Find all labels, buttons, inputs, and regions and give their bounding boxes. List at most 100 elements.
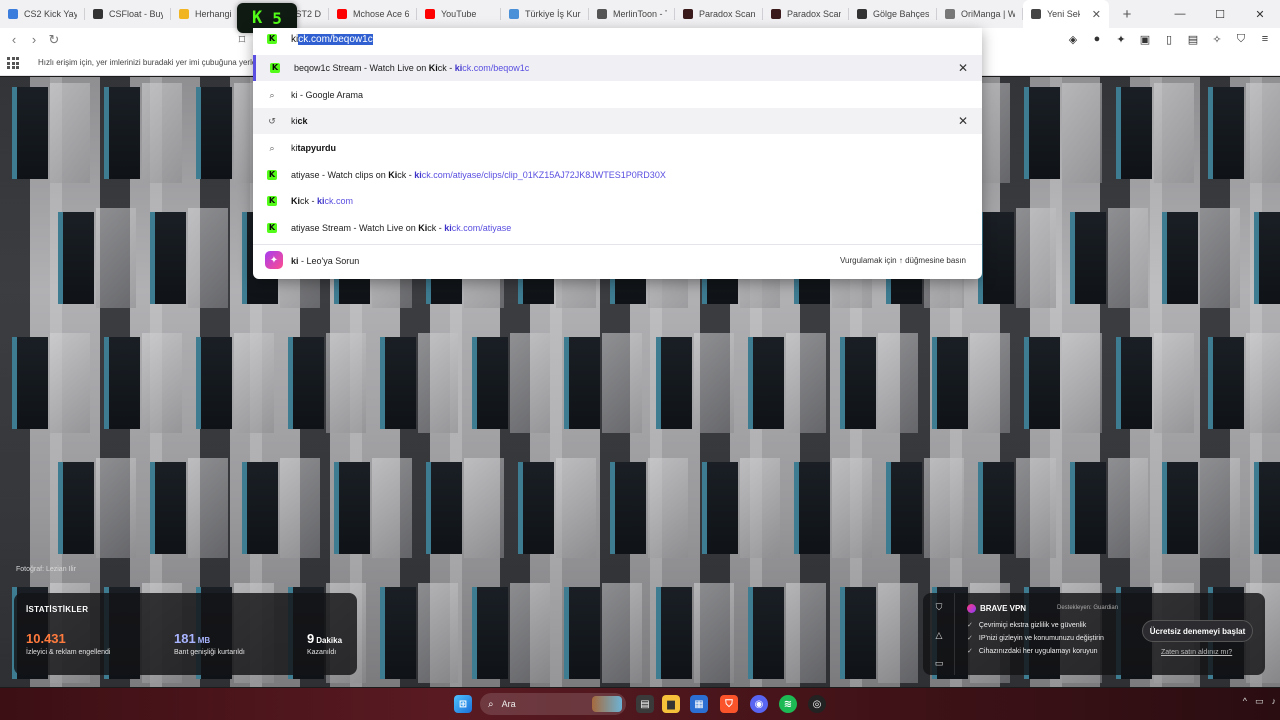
tray-chevron-icon[interactable]: ^ [1243, 696, 1247, 707]
vpn-powered-by: Destekleyen: Guardian [1057, 605, 1119, 611]
brave-browser-icon[interactable]: ⛉ [720, 695, 738, 713]
kick-logo-icon: K [252, 8, 263, 28]
monitor-icon[interactable]: ▭ [933, 658, 945, 670]
facade-panel [1062, 83, 1102, 183]
back-icon[interactable]: ‹ [6, 32, 22, 48]
tab[interactable]: Gölge Bahçesi [849, 0, 937, 28]
ori-icon [945, 9, 955, 19]
brave-shield-icon[interactable]: ◈ [1066, 32, 1080, 46]
suggestion-item[interactable]: Katiyase Stream - Watch Live on Kick - k… [253, 215, 982, 241]
building-window [1024, 87, 1060, 179]
building-window [380, 587, 416, 679]
facade-panel [832, 458, 872, 558]
tab-close-icon[interactable]: ✕ [1092, 8, 1101, 21]
minimize-icon[interactable]: — [1160, 0, 1200, 28]
building-window [1254, 462, 1280, 554]
extension-dark-icon[interactable]: ● [1090, 32, 1104, 46]
store-icon[interactable]: ▦ [690, 695, 708, 713]
vpn-feature: Çevrimiçi ekstra gizlilik ve güvenlik [967, 621, 1086, 629]
tab-title: Paradox Scans [787, 9, 841, 19]
suggestion-item[interactable]: ⌕ kitapyurdu [253, 135, 982, 161]
building-window [104, 87, 140, 179]
suggestion-text: kitapyurdu [291, 143, 337, 153]
building-window [840, 337, 876, 429]
facade-panel [96, 458, 136, 558]
facade-panel [1154, 83, 1194, 183]
bookmark-icon[interactable]: ⌑ [234, 32, 250, 48]
iskur-icon [509, 9, 519, 19]
leo-suggestion[interactable]: ki - Leo'ya Sorun [291, 256, 359, 266]
leo-icon[interactable]: ✧ [1210, 32, 1224, 46]
tab[interactable]: Türkiye İş Kuru [501, 0, 589, 28]
tab[interactable]: Yeni Sekme ✕ [1023, 0, 1109, 28]
facade-panel [1246, 333, 1280, 433]
suggestion-text: atiyase - Watch clips on Kick - kick.com… [291, 170, 666, 180]
windows-start-icon[interactable]: ⊞ [454, 695, 472, 713]
screenshot-icon[interactable]: ▣ [1138, 32, 1152, 46]
taskbar-search[interactable]: ⌕ Ara [480, 693, 626, 715]
shield-icon[interactable]: ⛉ [933, 602, 945, 614]
steam-icon[interactable]: ◎ [808, 695, 826, 713]
vpn-card: ⛉ △ ▭ BRAVE VPN Destekleyen: Guardian Çe… [923, 593, 1265, 675]
remove-suggestion-icon[interactable]: ✕ [958, 114, 968, 128]
task-view-icon[interactable]: ▤ [636, 695, 654, 713]
suggestion-item[interactable]: Kbeqow1c Stream - Watch Live on Kick - k… [253, 55, 982, 81]
warning-icon[interactable]: △ [933, 630, 945, 642]
network-icon[interactable]: ▭ [1255, 696, 1264, 707]
remove-suggestion-icon[interactable]: ✕ [958, 61, 968, 75]
tab[interactable]: MerlinToon - T [589, 0, 675, 28]
tab[interactable]: CS2 Kick Yayın [0, 0, 85, 28]
tab-title: Paradox Scans [699, 9, 755, 19]
building-window [150, 462, 186, 554]
address-bar[interactable]: K kick.com/beqow1c [253, 28, 982, 54]
suggestion-text: beqow1c Stream - Watch Live on Kick - ki… [294, 63, 530, 73]
spotify-icon[interactable]: ≋ [779, 695, 797, 713]
vpn-title: BRAVE VPN [967, 604, 1026, 613]
facade-panel [142, 83, 182, 183]
suggestion-item[interactable]: ⌕ ki - Google Arama [253, 82, 982, 108]
tab[interactable]: OriManga | We [937, 0, 1023, 28]
facade-panel [1016, 458, 1056, 558]
tab-title: MerlinToon - T [613, 9, 667, 19]
vpn-icon[interactable]: ⛉ [1234, 32, 1248, 46]
menu-icon[interactable]: ≡ [1258, 32, 1272, 46]
already-purchased-link[interactable]: Zaten satın aldınız mı? [1161, 649, 1232, 656]
building-window [1254, 212, 1280, 304]
tab[interactable]: Mchose Ace 68 [329, 0, 417, 28]
photo-credit[interactable]: Fotoğraf: Lezian Ilir [16, 566, 76, 573]
sidebar-icon[interactable]: ▯ [1162, 32, 1176, 46]
extensions-icon[interactable]: ✦ [1114, 32, 1128, 46]
close-window-icon[interactable]: ✕ [1240, 0, 1280, 28]
volume-icon[interactable]: ♪ [1272, 696, 1277, 707]
suggestion-text: ki - Google Arama [291, 90, 364, 100]
wallet-icon[interactable]: ▤ [1186, 32, 1200, 46]
building-window [656, 337, 692, 429]
apps-grid-icon[interactable] [7, 57, 19, 69]
stat-value: 181 [174, 631, 196, 646]
suggestion-divider [253, 244, 982, 245]
facade-panel [142, 333, 182, 433]
discord-icon[interactable]: ◉ [750, 695, 768, 713]
start-trial-button[interactable]: Ücretsiz denemeyi başlat [1142, 620, 1253, 642]
suggestion-item[interactable]: Katiyase - Watch clips on Kick - kick.co… [253, 162, 982, 188]
address-input[interactable]: kick.com/beqow1c [291, 34, 373, 45]
reload-icon[interactable]: ↻ [46, 32, 62, 48]
shadow-icon [857, 9, 867, 19]
facade-panel [50, 83, 90, 183]
file-explorer-icon[interactable]: ▆ [662, 695, 680, 713]
tab[interactable]: Paradox Scans [675, 0, 763, 28]
history-icon: ↺ [268, 115, 276, 126]
maximize-icon[interactable]: ☐ [1200, 0, 1240, 28]
taskbar: ⊞ ⌕ Ara ▤ ▆ ▦ ⛉ ◉ ≋ ◎ ^ ▭ ♪ [0, 688, 1280, 720]
tab[interactable]: YouTube [417, 0, 501, 28]
building-window [794, 462, 830, 554]
new-tab-icon[interactable]: + [1115, 6, 1139, 23]
suggestion-item[interactable]: K Kick - kick.com [253, 188, 982, 214]
stats-card: İSTATİSTİKLER 10.431 İzleyici & reklam e… [14, 593, 357, 675]
forward-icon[interactable]: › [26, 32, 42, 48]
facade-panel [96, 208, 136, 308]
tab[interactable]: Paradox Scans [763, 0, 849, 28]
suggestion-text: Kick - kick.com [291, 196, 354, 206]
suggestion-item[interactable]: ↺ kick ✕ [253, 108, 982, 134]
tab[interactable]: CSFloat - Buy & [85, 0, 171, 28]
